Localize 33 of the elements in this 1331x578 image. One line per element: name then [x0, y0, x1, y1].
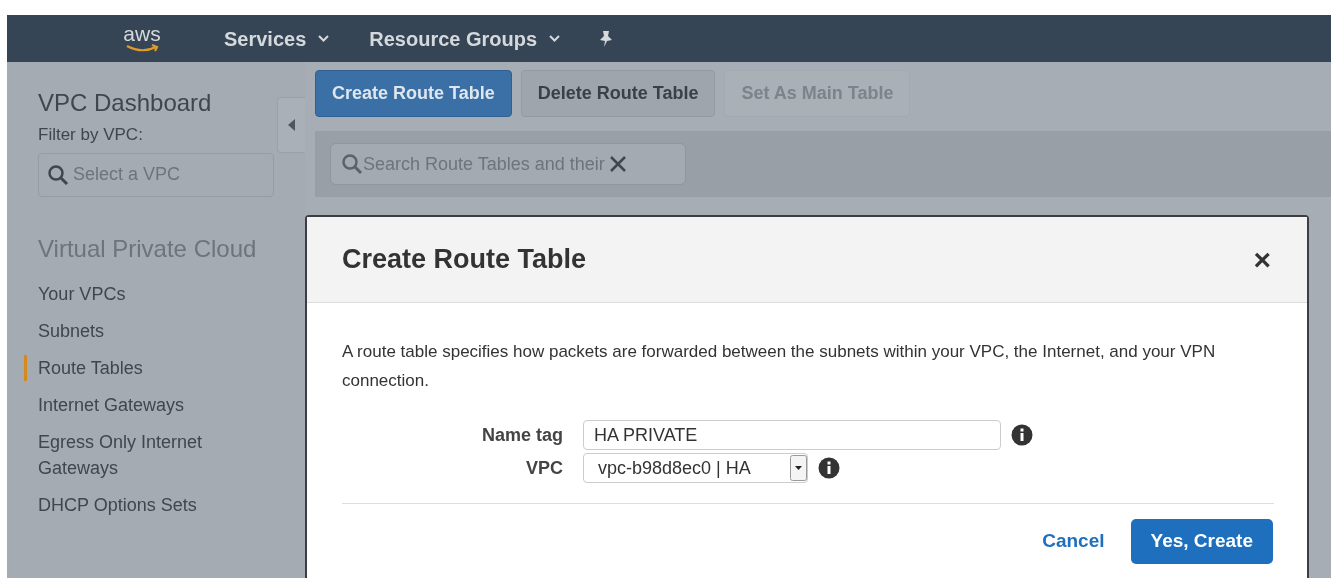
- sidebar-item[interactable]: Your VPCs: [24, 280, 244, 307]
- caret-left-icon: [288, 119, 295, 131]
- sidebar-item[interactable]: Internet Gateways: [24, 391, 244, 418]
- search-icon: [47, 163, 69, 186]
- close-button[interactable]: ×: [1253, 244, 1271, 275]
- info-icon[interactable]: [1011, 424, 1033, 446]
- cancel-link[interactable]: Cancel: [1042, 527, 1105, 556]
- search-icon: [341, 153, 363, 175]
- sidebar-item[interactable]: DHCP Options Sets: [24, 491, 244, 518]
- dialog-title: Create Route Table: [342, 243, 587, 277]
- filter-label: Filter by VPC:: [38, 124, 143, 146]
- vpc-select[interactable]: vpc-b98d8ec0 | HA: [583, 453, 808, 483]
- sidebar-item[interactable]: Subnets: [24, 317, 244, 344]
- smile-icon: [125, 44, 159, 53]
- pin-icon[interactable]: [598, 29, 615, 48]
- toolbar-button[interactable]: Delete Route Table: [520, 70, 716, 117]
- chevron-down-icon: [549, 35, 561, 42]
- toolbar-button[interactable]: Create Route Table: [315, 70, 512, 117]
- nav-menu[interactable]: Services: [224, 23, 330, 54]
- clear-icon[interactable]: [608, 155, 627, 173]
- sidebar-title: VPC Dashboard: [38, 88, 212, 118]
- name-tag-input[interactable]: HA PRIVATE: [583, 420, 1001, 450]
- info-icon[interactable]: [818, 457, 840, 479]
- nav-menu[interactable]: Resource Groups: [369, 23, 561, 54]
- field-label: VPC: [525, 456, 564, 480]
- aws-logo[interactable]: aws: [123, 24, 161, 44]
- sidebar-item[interactable]: Egress Only Internet Gateways: [24, 428, 244, 481]
- collapse-tab[interactable]: [277, 97, 305, 153]
- dialog-description: A route table specifies how packets are forwarded between the subnets within your VPC, the Internet, and your VPN connection.: [342, 341, 1217, 392]
- chevron-down-icon: [318, 35, 330, 42]
- sidebar-item[interactable]: Route Tables: [24, 354, 244, 381]
- create-button[interactable]: Yes, Create: [1130, 519, 1273, 564]
- field-label: Name tag: [480, 423, 564, 447]
